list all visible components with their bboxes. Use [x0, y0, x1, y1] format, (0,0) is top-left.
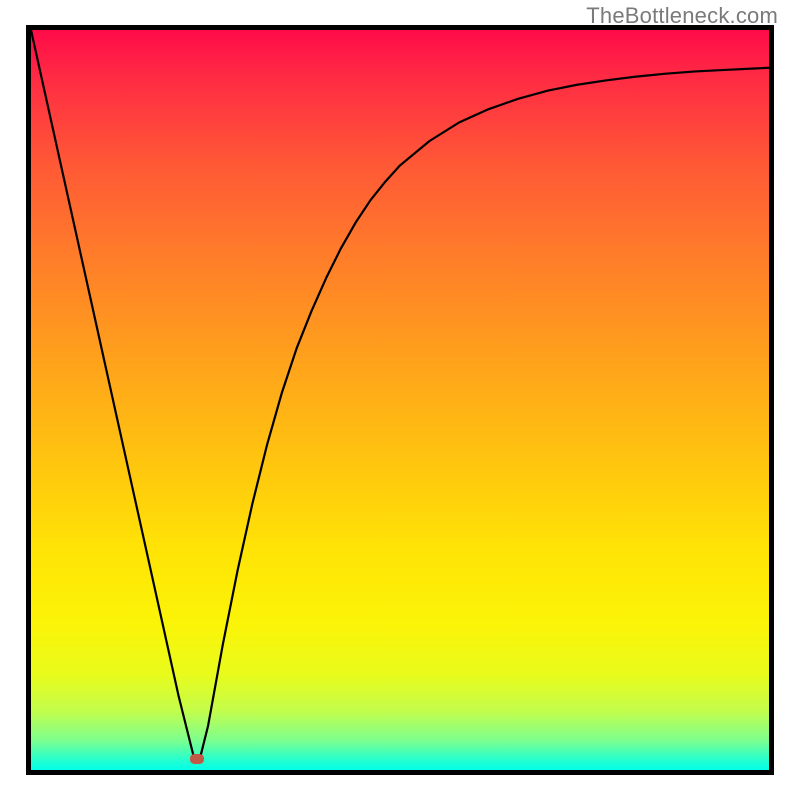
watermark-text: TheBottleneck.com — [586, 3, 778, 29]
chart-frame: TheBottleneck.com — [0, 0, 800, 800]
curve-layer — [31, 30, 769, 770]
bottleneck-curve — [31, 30, 769, 755]
plot-area — [26, 25, 774, 775]
optimum-marker — [190, 754, 204, 764]
